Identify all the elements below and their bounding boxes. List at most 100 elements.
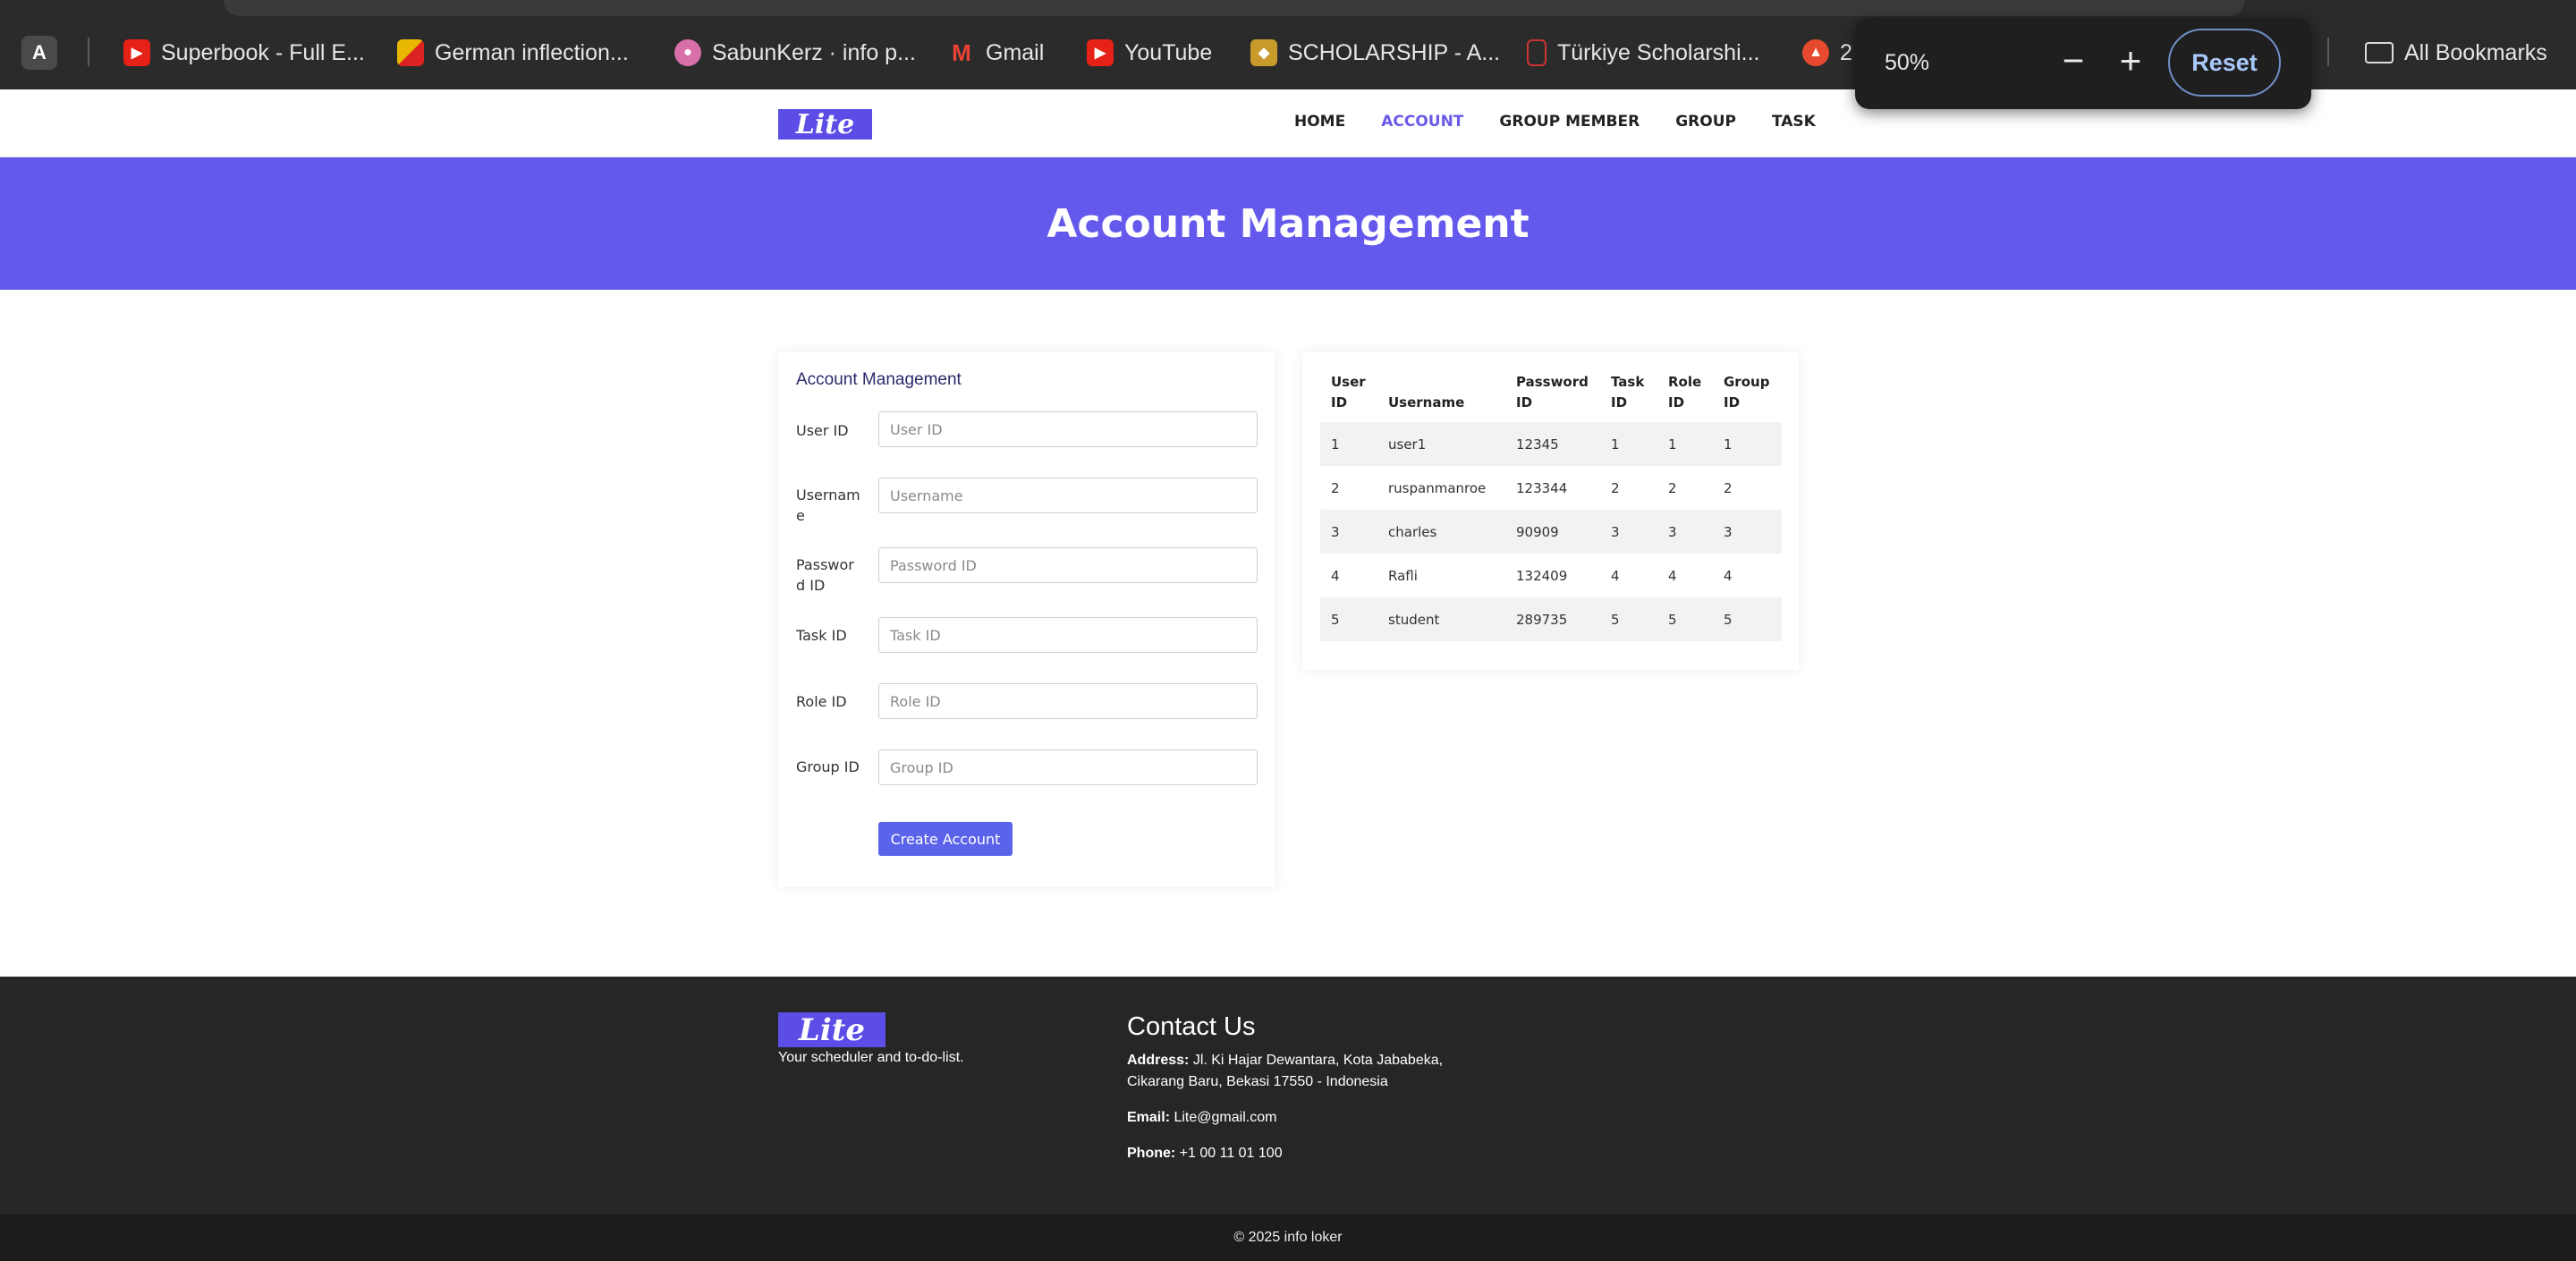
divider bbox=[2327, 38, 2329, 66]
username-input[interactable] bbox=[878, 478, 1258, 513]
table-cell: 1 bbox=[1657, 422, 1713, 466]
table-cell: charles bbox=[1377, 510, 1505, 554]
nav-link-group-member[interactable]: GROUP MEMBER bbox=[1499, 113, 1640, 131]
contact-email: Email: Lite@gmail.com bbox=[1127, 1107, 1485, 1129]
nav-link-account[interactable]: ACCOUNT bbox=[1381, 113, 1463, 131]
sabunkerz-icon: ● bbox=[674, 39, 701, 66]
table-cell: 132409 bbox=[1516, 567, 1568, 584]
gmail-icon: M bbox=[952, 38, 971, 66]
bookmark-label: Türkiye Scholarshi... bbox=[1557, 39, 1760, 65]
account-form-card: Account Management User ID Username Pass… bbox=[778, 352, 1275, 887]
table-cell: 2 bbox=[1611, 479, 1620, 496]
bookmark-scholarship[interactable]: ◆ SCHOLARSHIP - A... bbox=[1250, 34, 1500, 72]
bookmark-sabunkerz[interactable]: ● SabunKerz · info p... bbox=[674, 34, 916, 72]
table-cell: 12345 bbox=[1505, 422, 1600, 466]
table-cell: student bbox=[1377, 597, 1505, 641]
task-id-label: Task ID bbox=[796, 627, 847, 644]
phone-label: Phone: bbox=[1127, 1146, 1176, 1161]
table-row: 4 Rafli 132409 4 4 4 bbox=[1320, 554, 1782, 597]
bookmark-label: German inflection... bbox=[435, 39, 629, 65]
bookmark-turkiye[interactable]: Türkiye Scholarshi... bbox=[1527, 34, 1759, 72]
task-id-input[interactable] bbox=[878, 617, 1258, 653]
email-value[interactable]: Lite@gmail.com bbox=[1174, 1110, 1276, 1125]
footer-logo[interactable]: Lite bbox=[778, 1012, 886, 1048]
contact-address: Address: Jl. Ki Hajar Dewantara, Kota Ja… bbox=[1127, 1050, 1485, 1093]
table-cell: 289735 bbox=[1505, 597, 1600, 641]
nav-menu: HOME ACCOUNT GROUP MEMBER GROUP TASK bbox=[1294, 113, 1816, 131]
footer-tagline: Your scheduler and to-do-list. bbox=[778, 1050, 964, 1065]
nav-link-task[interactable]: TASK bbox=[1772, 113, 1816, 131]
bookmark-label: 2 bbox=[1840, 39, 1852, 65]
german-flag-icon bbox=[397, 39, 424, 66]
all-bookmarks-button[interactable]: All Bookmarks bbox=[2365, 34, 2547, 72]
copyright-text: © 2025 info loker bbox=[1233, 1230, 1343, 1245]
turkiye-icon bbox=[1527, 39, 1546, 66]
column-header: Group ID bbox=[1724, 374, 1770, 410]
browser-tab-strip bbox=[224, 0, 2245, 16]
table-cell: 4 bbox=[1331, 567, 1340, 584]
table-cell: 2 bbox=[1724, 479, 1733, 496]
column-header: Password ID bbox=[1516, 374, 1589, 410]
table-cell: 1 bbox=[1713, 422, 1782, 466]
bookmark-superbook[interactable]: ▶ Superbook - Full E... bbox=[123, 34, 365, 72]
table-cell: ruspanmanroe bbox=[1388, 479, 1487, 496]
nav-link-group[interactable]: GROUP bbox=[1675, 113, 1736, 131]
contact-phone: Phone: +1 00 11 01 100 bbox=[1127, 1143, 1485, 1164]
table-cell: user1 bbox=[1377, 422, 1505, 466]
bookmark-app[interactable]: ▲ 2 bbox=[1802, 34, 1852, 72]
table-row: 3 charles 90909 3 3 3 bbox=[1320, 510, 1782, 554]
table-cell: 5 bbox=[1600, 597, 1657, 641]
user-id-input[interactable] bbox=[878, 411, 1258, 447]
table-row: 2 ruspanmanroe 123344 2 2 2 bbox=[1320, 466, 1782, 510]
table-cell: 4 bbox=[1611, 567, 1620, 584]
table-row: 1 user1 12345 1 1 1 bbox=[1320, 422, 1782, 466]
table-header-row: User ID Username Password ID Task ID Rol… bbox=[1320, 363, 1782, 422]
copyright-bar: © 2025 info loker bbox=[0, 1214, 2576, 1261]
table-cell: 3 bbox=[1713, 510, 1782, 554]
app-icon: ▲ bbox=[1802, 39, 1829, 66]
zoom-in-button[interactable]: + bbox=[2111, 42, 2150, 82]
table-cell: 2 bbox=[1331, 479, 1340, 496]
bookmark-label: YouTube bbox=[1124, 39, 1213, 65]
scholarship-icon: ◆ bbox=[1250, 39, 1277, 66]
zoom-popup: 50% + − Reset bbox=[1855, 18, 2311, 109]
table-cell: 4 bbox=[1724, 567, 1733, 584]
username-label: Username bbox=[796, 487, 860, 524]
hero-banner: Account Management bbox=[0, 157, 2576, 290]
youtube-icon: ▶ bbox=[123, 39, 150, 66]
table-cell: 1 bbox=[1320, 422, 1377, 466]
table-cell: 90909 bbox=[1505, 510, 1600, 554]
nav-link-home[interactable]: HOME bbox=[1294, 113, 1345, 131]
table-cell: 5 bbox=[1713, 597, 1782, 641]
divider bbox=[88, 38, 89, 66]
table-cell: 5 bbox=[1320, 597, 1377, 641]
table-cell: 1 bbox=[1600, 422, 1657, 466]
bookmark-label: Gmail bbox=[986, 39, 1045, 65]
zoom-level: 50% bbox=[1885, 50, 1930, 75]
table-cell: 3 bbox=[1320, 510, 1377, 554]
group-id-input[interactable] bbox=[878, 749, 1258, 785]
email-label: Email: bbox=[1127, 1110, 1171, 1125]
bookmark-label: Superbook - Full E... bbox=[161, 39, 365, 65]
form-title: Account Management bbox=[796, 370, 962, 389]
password-id-input[interactable] bbox=[878, 547, 1258, 583]
column-header: Username bbox=[1388, 394, 1465, 410]
bookmark-label: SCHOLARSHIP - A... bbox=[1288, 39, 1501, 65]
column-header: Role ID bbox=[1668, 374, 1702, 410]
group-id-label: Group ID bbox=[796, 758, 860, 775]
create-account-button[interactable]: Create Account bbox=[878, 822, 1013, 856]
contact-title: Contact Us bbox=[1127, 1012, 1256, 1041]
zoom-reset-button[interactable]: Reset bbox=[2168, 29, 2281, 97]
accounts-table: User ID Username Password ID Task ID Rol… bbox=[1320, 363, 1782, 641]
youtube-icon: ▶ bbox=[1087, 39, 1114, 66]
role-id-input[interactable] bbox=[878, 683, 1258, 719]
bookmark-german-inflection[interactable]: German inflection... bbox=[397, 34, 629, 72]
bookmark-gmail[interactable]: M Gmail bbox=[948, 34, 1044, 72]
zoom-out-button[interactable]: − bbox=[2054, 42, 2093, 82]
table-cell: Rafli bbox=[1388, 567, 1418, 584]
folder-icon bbox=[2365, 42, 2394, 63]
accounts-table-card: User ID Username Password ID Task ID Rol… bbox=[1302, 352, 1799, 670]
site-logo[interactable]: Lite bbox=[778, 109, 872, 140]
profile-button[interactable]: A bbox=[21, 36, 57, 70]
bookmark-youtube[interactable]: ▶ YouTube bbox=[1087, 34, 1212, 72]
